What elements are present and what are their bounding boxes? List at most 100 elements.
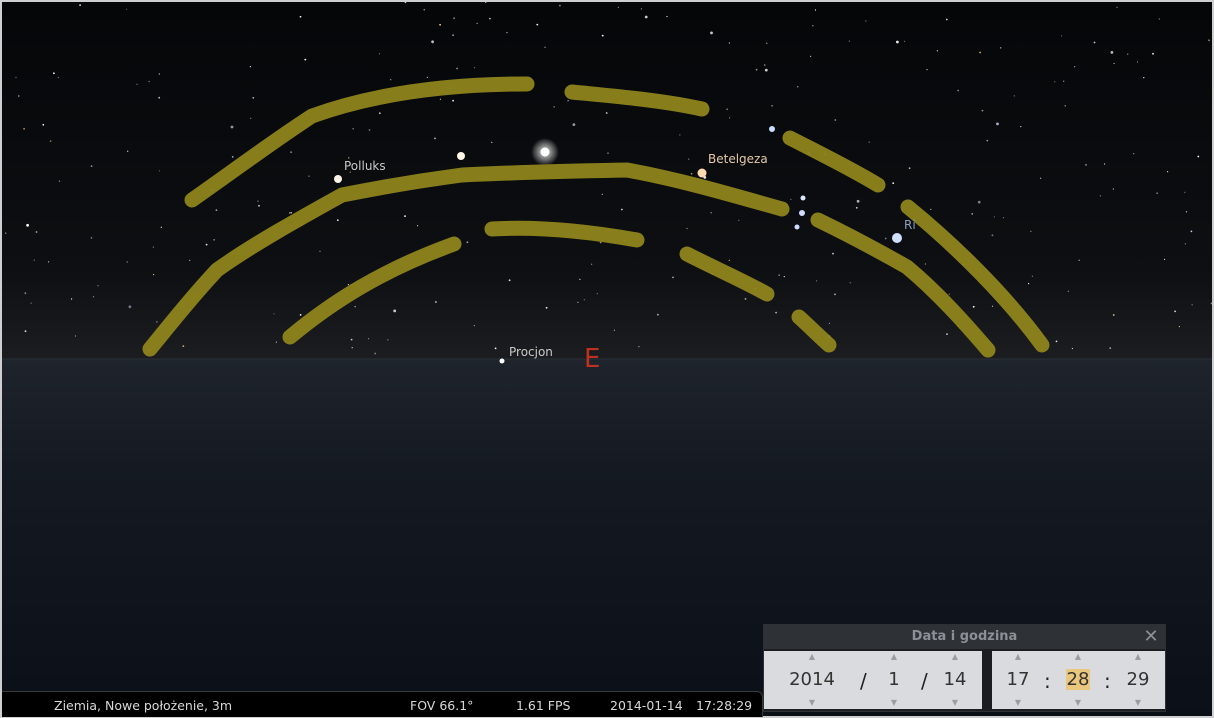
background-star bbox=[24, 330, 27, 333]
background-star bbox=[1002, 217, 1005, 219]
background-star bbox=[957, 89, 960, 92]
time-separator: : bbox=[1104, 669, 1111, 693]
background-star bbox=[1164, 258, 1166, 260]
day-up-icon[interactable]: ▲ bbox=[929, 653, 981, 661]
background-star bbox=[601, 193, 603, 195]
background-star bbox=[231, 156, 234, 158]
year-value[interactable]: 2014 bbox=[786, 669, 838, 690]
background-star bbox=[816, 280, 818, 282]
background-star bbox=[53, 72, 55, 75]
background-star bbox=[1208, 39, 1210, 42]
background-star bbox=[1110, 51, 1114, 54]
background-star bbox=[473, 325, 475, 327]
background-star bbox=[601, 34, 604, 37]
minute-up-icon[interactable]: ▲ bbox=[1052, 653, 1104, 661]
background-star bbox=[688, 158, 690, 160]
star-rigel bbox=[892, 233, 902, 243]
status-fov: FOV 66.1° bbox=[410, 698, 474, 713]
background-star bbox=[728, 42, 731, 44]
day-down-icon[interactable]: ▼ bbox=[929, 699, 981, 707]
day-value[interactable]: 14 bbox=[929, 669, 981, 690]
background-star bbox=[508, 279, 511, 282]
background-star bbox=[35, 231, 38, 233]
background-star bbox=[1078, 259, 1080, 261]
background-star bbox=[856, 199, 860, 203]
background-star bbox=[476, 22, 478, 24]
time-separator: : bbox=[1044, 669, 1051, 693]
background-star bbox=[972, 305, 975, 308]
background-star bbox=[591, 263, 593, 265]
sky-canvas[interactable] bbox=[2, 2, 1212, 716]
background-star bbox=[1067, 290, 1069, 292]
background-star bbox=[1054, 81, 1056, 83]
hour-up-icon[interactable]: ▲ bbox=[992, 653, 1044, 661]
time-editor: ▲ 17 ▼ : ▲ 28 ▼ : ▲ 29 ▼ bbox=[992, 651, 1165, 709]
month-down-icon[interactable]: ▼ bbox=[868, 699, 920, 707]
status-location: Ziemia, Nowe położenie, 3m bbox=[54, 698, 233, 713]
background-star bbox=[849, 282, 851, 284]
background-star bbox=[299, 314, 302, 316]
minute-spinner[interactable]: ▲ 28 ▼ bbox=[1052, 651, 1104, 709]
date-separator: / bbox=[860, 669, 867, 693]
background-star bbox=[456, 67, 458, 70]
minute-down-icon[interactable]: ▼ bbox=[1052, 699, 1104, 707]
background-star bbox=[1031, 275, 1033, 277]
background-star bbox=[797, 86, 799, 88]
background-star bbox=[158, 73, 160, 75]
second-spinner[interactable]: ▲ 29 ▼ bbox=[1112, 651, 1164, 709]
datetime-panel-title[interactable]: Data i godzina bbox=[764, 625, 1165, 649]
background-star bbox=[182, 345, 185, 347]
year-spinner[interactable]: ▲ 2014 ▼ bbox=[786, 651, 838, 709]
background-star bbox=[452, 34, 454, 36]
background-star bbox=[971, 213, 974, 215]
background-star bbox=[605, 112, 608, 114]
background-star bbox=[1093, 41, 1096, 44]
background-star bbox=[1085, 164, 1087, 166]
month-spinner[interactable]: ▲ 1 ▼ bbox=[868, 651, 920, 709]
month-up-icon[interactable]: ▲ bbox=[868, 653, 920, 661]
minute-value[interactable]: 28 bbox=[1066, 669, 1090, 690]
background-star bbox=[426, 76, 428, 78]
hour-value[interactable]: 17 bbox=[992, 669, 1044, 690]
background-star bbox=[766, 42, 768, 44]
background-star bbox=[1013, 95, 1015, 97]
background-star bbox=[1040, 177, 1042, 179]
year-up-icon[interactable]: ▲ bbox=[786, 653, 838, 661]
background-star bbox=[545, 306, 548, 309]
background-star bbox=[367, 338, 370, 340]
background-star bbox=[1191, 304, 1193, 306]
background-star bbox=[991, 305, 994, 307]
date-separator: / bbox=[921, 669, 928, 693]
month-value[interactable]: 1 bbox=[868, 669, 920, 690]
background-star bbox=[536, 23, 539, 26]
background-star bbox=[230, 125, 234, 129]
background-star bbox=[250, 117, 252, 119]
second-value[interactable]: 29 bbox=[1112, 669, 1164, 690]
background-star bbox=[1136, 61, 1139, 63]
background-star bbox=[855, 206, 858, 209]
background-star bbox=[790, 198, 792, 200]
background-star bbox=[33, 259, 35, 261]
star-bright-center-core bbox=[540, 147, 550, 157]
label-rigel: Ri bbox=[904, 218, 916, 232]
background-star bbox=[775, 311, 777, 314]
background-star bbox=[127, 150, 129, 152]
background-star bbox=[834, 119, 837, 121]
second-down-icon[interactable]: ▼ bbox=[1112, 699, 1164, 707]
background-star bbox=[991, 234, 994, 237]
background-star bbox=[996, 122, 999, 126]
background-star bbox=[390, 79, 392, 81]
hour-spinner[interactable]: ▲ 17 ▼ bbox=[992, 651, 1044, 709]
background-star bbox=[979, 51, 981, 54]
sky-view[interactable]: Polluks Betelgeza Procjon Ri E bbox=[0, 0, 1214, 718]
background-star bbox=[981, 109, 984, 112]
background-star bbox=[404, 215, 406, 218]
close-icon[interactable]: ✕ bbox=[1142, 626, 1160, 648]
day-spinner[interactable]: ▲ 14 ▼ bbox=[929, 651, 981, 709]
second-up-icon[interactable]: ▲ bbox=[1112, 653, 1164, 661]
year-down-icon[interactable]: ▼ bbox=[786, 699, 838, 707]
hour-down-icon[interactable]: ▼ bbox=[992, 699, 1044, 707]
background-star bbox=[946, 333, 948, 335]
background-star bbox=[1109, 347, 1112, 349]
background-star bbox=[49, 140, 52, 143]
